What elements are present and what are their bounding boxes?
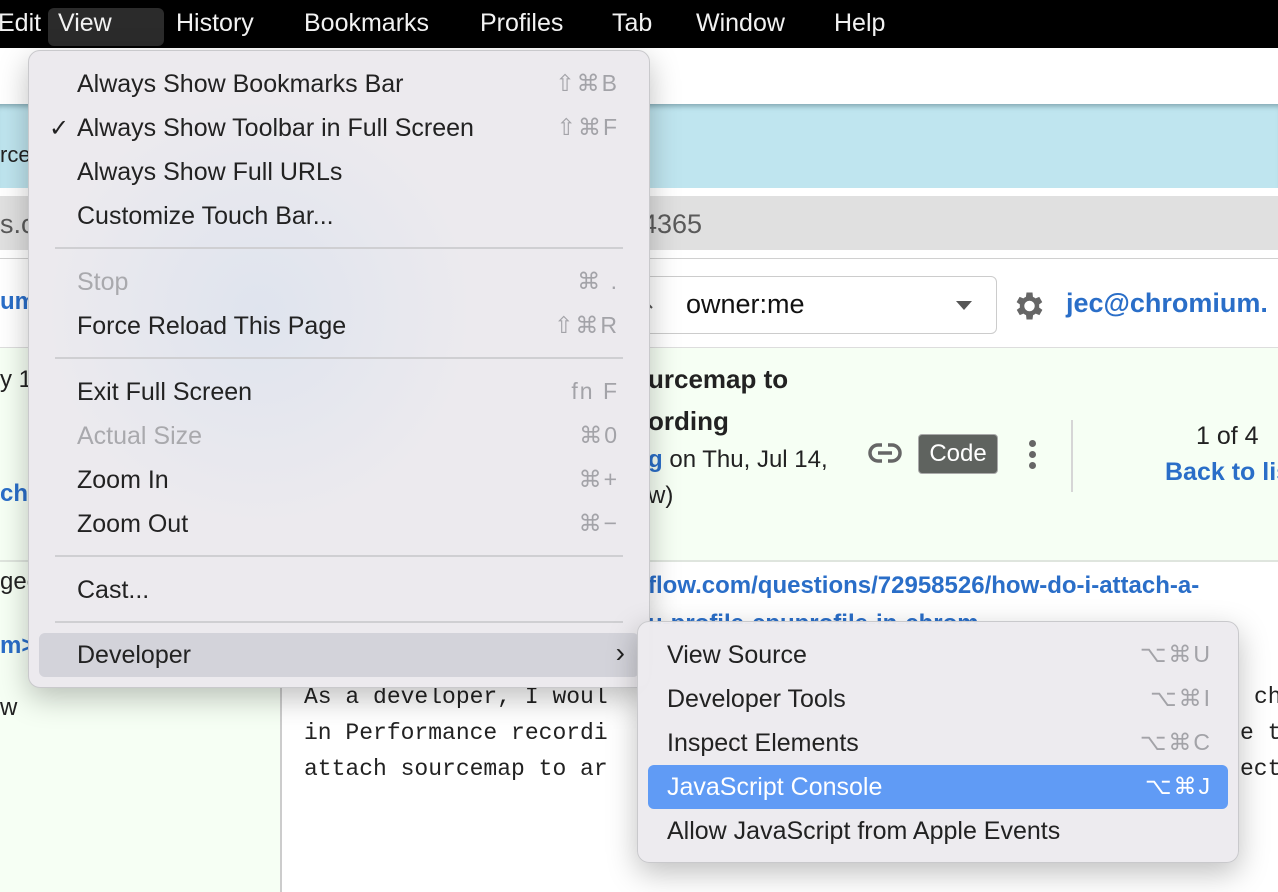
shortcut: ⌘ . bbox=[577, 268, 619, 294]
description-link[interactable]: flow.com/questions/72958526/how-do-i-att… bbox=[648, 572, 1199, 600]
issue-title-line2: ording bbox=[648, 406, 729, 436]
menu-edit[interactable]: Edit bbox=[0, 8, 51, 46]
menu-item-developer-tools[interactable]: Developer Tools ⌥⌘I bbox=[648, 679, 1228, 719]
menu-item-customize-touch-bar[interactable]: Customize Touch Bar... bbox=[39, 196, 639, 236]
menu-item-force-reload[interactable]: Force Reload This Page ⇧⌘R bbox=[39, 306, 639, 346]
menu-item-label: Actual Size bbox=[77, 422, 203, 450]
menu-help[interactable]: Help bbox=[824, 8, 895, 46]
menu-item-label: Always Show Full URLs bbox=[77, 158, 343, 186]
menu-item-label: Cast... bbox=[77, 576, 150, 604]
view-menu: Always Show Bookmarks Bar ⇧⌘B ✓ Always S… bbox=[28, 50, 650, 688]
menu-item-zoom-in[interactable]: Zoom In ⌘+ bbox=[39, 460, 639, 500]
shortcut: ⇧⌘F bbox=[556, 114, 619, 140]
shortcut: ⇧⌘R bbox=[554, 312, 619, 338]
menu-item-label: Zoom In bbox=[77, 466, 169, 494]
menu-separator bbox=[55, 357, 623, 359]
menu-separator bbox=[55, 621, 623, 623]
menu-profiles[interactable]: Profiles bbox=[470, 8, 573, 46]
chevron-down-icon[interactable] bbox=[956, 301, 972, 310]
menu-item-label: View Source bbox=[667, 641, 807, 669]
menu-item-label: Customize Touch Bar... bbox=[77, 202, 334, 230]
description-fragment: e t bbox=[1240, 720, 1278, 746]
menu-separator bbox=[55, 247, 623, 249]
search-input[interactable]: owner:me bbox=[600, 276, 997, 334]
link-icon[interactable] bbox=[868, 442, 902, 464]
divider bbox=[1071, 420, 1073, 492]
menu-history[interactable]: History bbox=[166, 8, 264, 46]
menu-item-label: JavaScript Console bbox=[667, 773, 883, 801]
shortcut: ⌘0 bbox=[579, 422, 619, 448]
issue-meta: g on Thu, Jul 14, bbox=[648, 446, 828, 474]
menu-item-stop: Stop ⌘ . bbox=[39, 262, 639, 302]
issue-title: urcemap to bbox=[648, 364, 789, 394]
developer-submenu: View Source ⌥⌘U Developer Tools ⌥⌘I Insp… bbox=[637, 621, 1239, 863]
description-line: attach sourcemap to ar bbox=[304, 756, 608, 782]
description-fragment: ch bbox=[1254, 684, 1278, 710]
address-right: 4365 bbox=[642, 209, 703, 239]
menu-item-label: Always Show Bookmarks Bar bbox=[77, 70, 404, 98]
shortcut: ⌘− bbox=[578, 510, 619, 536]
search-value: owner:me bbox=[686, 289, 805, 319]
menu-item-label: Always Show Toolbar in Full Screen bbox=[77, 114, 474, 142]
issue-meta-line2: w) bbox=[648, 482, 674, 509]
menu-item-label: Stop bbox=[77, 268, 129, 296]
menu-item-inspect-elements[interactable]: Inspect Elements ⌥⌘C bbox=[648, 723, 1228, 763]
menu-item-label: Allow JavaScript from Apple Events bbox=[667, 817, 1061, 845]
shortcut: ⌥⌘U bbox=[1139, 641, 1212, 667]
reporter-link[interactable]: g bbox=[648, 446, 663, 473]
shortcut: ⇧⌘B bbox=[555, 70, 619, 96]
shortcut: fn F bbox=[571, 378, 619, 404]
pager-count: 1 of 4 bbox=[1196, 422, 1259, 450]
menu-separator bbox=[55, 555, 623, 557]
menu-item-always-show-full-urls[interactable]: Always Show Full URLs bbox=[39, 152, 639, 192]
menu-bar: Edit View History Bookmarks Profiles Tab… bbox=[0, 0, 1278, 48]
menu-window[interactable]: Window bbox=[686, 8, 795, 46]
menu-item-allow-javascript-apple-events[interactable]: Allow JavaScript from Apple Events bbox=[648, 811, 1228, 851]
chevron-right-icon: › bbox=[615, 637, 625, 668]
user-account-link[interactable]: jec@chromium. bbox=[1066, 288, 1268, 319]
menu-item-label: Zoom Out bbox=[77, 510, 189, 538]
menu-item-actual-size: Actual Size ⌘0 bbox=[39, 416, 639, 456]
description-fragment: ect bbox=[1240, 756, 1278, 782]
code-button[interactable]: Code bbox=[918, 434, 998, 474]
menu-view[interactable]: View bbox=[48, 8, 164, 46]
issue-date: on Thu, Jul 14, bbox=[662, 446, 828, 473]
menu-bookmarks[interactable]: Bookmarks bbox=[294, 8, 439, 46]
menu-item-javascript-console[interactable]: JavaScript Console ⌥⌘J bbox=[648, 765, 1228, 809]
menu-item-developer[interactable]: Developer › bbox=[39, 633, 639, 677]
left-text: w bbox=[0, 694, 18, 721]
gear-icon[interactable] bbox=[1010, 288, 1046, 324]
back-to-list-link[interactable]: Back to lis bbox=[1165, 458, 1278, 487]
menu-item-zoom-out[interactable]: Zoom Out ⌘− bbox=[39, 504, 639, 544]
banner-text: rce bbox=[0, 142, 31, 167]
menu-item-label: Developer Tools bbox=[667, 685, 846, 713]
menu-item-exit-full-screen[interactable]: Exit Full Screen fn F bbox=[39, 372, 639, 412]
description-line: in Performance recordi bbox=[304, 720, 608, 746]
menu-item-view-source[interactable]: View Source ⌥⌘U bbox=[648, 635, 1228, 675]
menu-tab[interactable]: Tab bbox=[602, 8, 662, 46]
menu-item-always-show-toolbar[interactable]: ✓ Always Show Toolbar in Full Screen ⇧⌘F bbox=[39, 108, 639, 148]
shortcut: ⌘+ bbox=[578, 466, 619, 492]
menu-item-label: Developer bbox=[77, 641, 191, 669]
shortcut: ⌥⌘C bbox=[1139, 729, 1212, 755]
menu-item-label: Force Reload This Page bbox=[77, 312, 347, 340]
menu-item-always-show-bookmarks-bar[interactable]: Always Show Bookmarks Bar ⇧⌘B bbox=[39, 64, 639, 104]
checkmark-icon: ✓ bbox=[49, 115, 70, 142]
menu-item-label: Inspect Elements bbox=[667, 729, 859, 757]
menu-item-label: Exit Full Screen bbox=[77, 378, 253, 406]
shortcut: ⌥⌘I bbox=[1150, 685, 1212, 711]
shortcut: ⌥⌘J bbox=[1144, 773, 1212, 799]
menu-item-cast[interactable]: Cast... bbox=[39, 570, 639, 610]
more-options-icon[interactable] bbox=[1026, 440, 1038, 470]
